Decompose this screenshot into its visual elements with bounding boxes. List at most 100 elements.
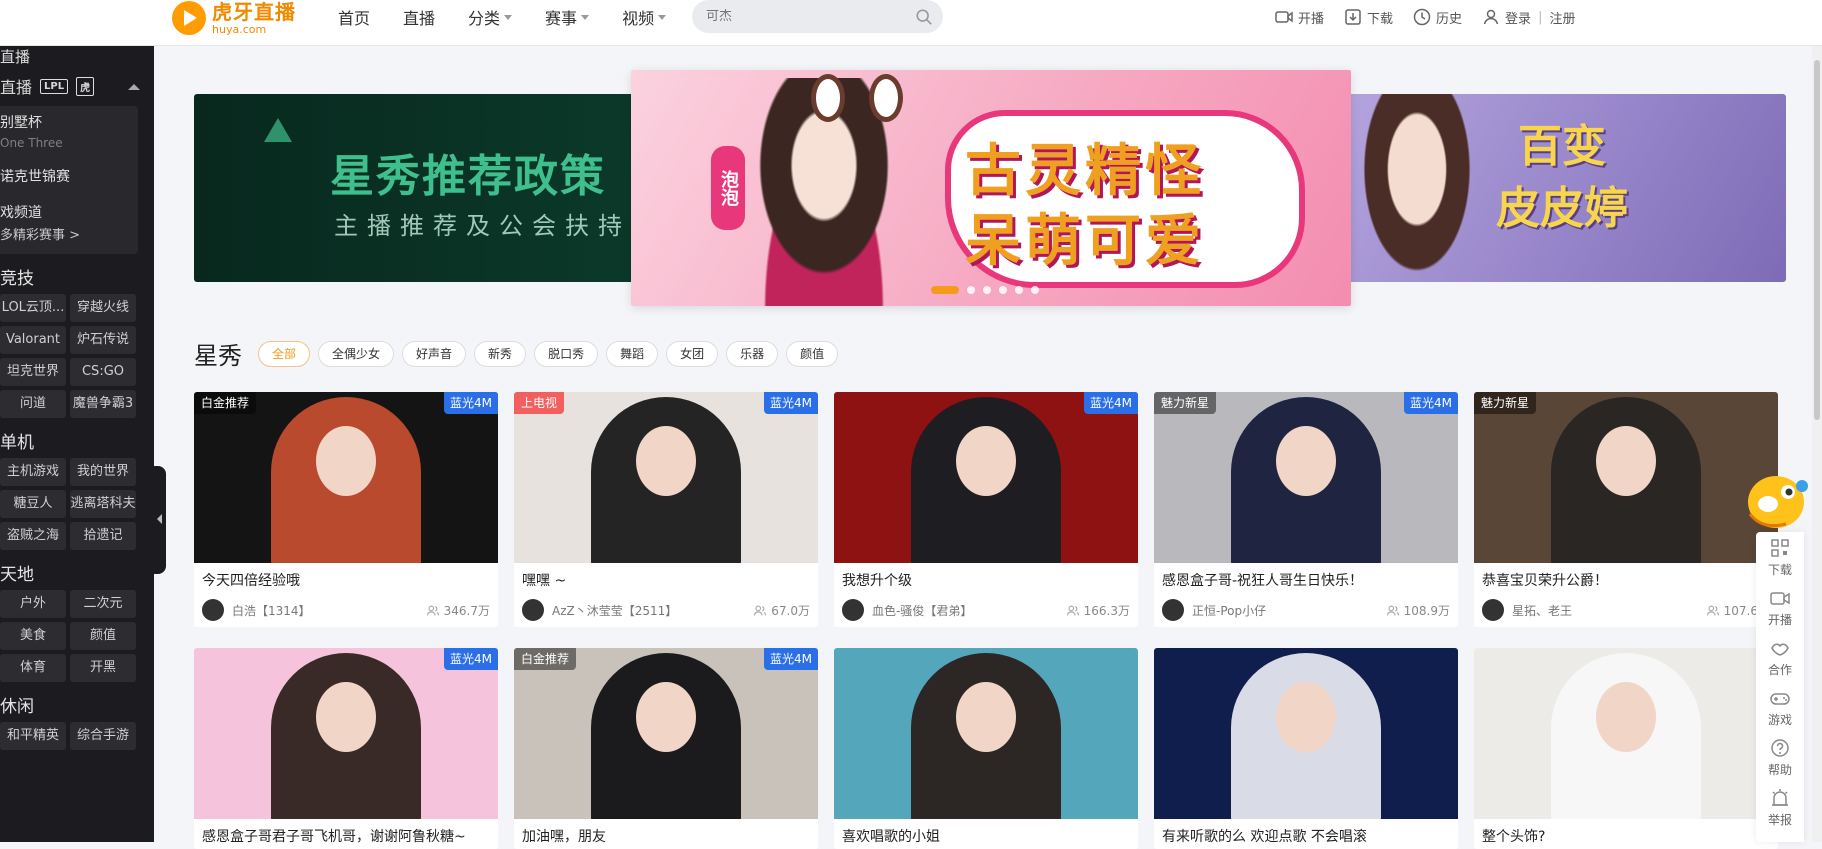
sidebar-event-item[interactable]: 别墅杯 (0, 112, 138, 134)
banner-slide-next[interactable]: 百变 皮皮婷 (1324, 94, 1786, 282)
live-room-card[interactable]: 喜欢唱歌的小姐 (834, 648, 1138, 849)
sidebar-tag[interactable]: 二次元 (70, 590, 136, 618)
room-title[interactable]: 有来听歌的么 欢迎点歌 不会唱滚 (1154, 819, 1458, 849)
sidebar-tag[interactable]: 魔兽争霸3 (70, 390, 136, 418)
sidebar-tag[interactable]: CS:GO (70, 358, 136, 386)
sidebar-tag[interactable]: 和平精英 (0, 722, 66, 750)
avatar[interactable] (202, 599, 224, 621)
room-thumbnail[interactable]: 上电视 蓝光4M (514, 392, 818, 563)
live-room-card[interactable]: 有来听歌的么 欢迎点歌 不会唱滚 (1154, 648, 1458, 849)
carousel-dot[interactable] (1015, 286, 1023, 294)
filter-tag[interactable]: 乐器 (726, 341, 779, 367)
live-room-card[interactable]: 整个头饰? (1474, 648, 1778, 849)
carousel-dot[interactable] (967, 286, 975, 294)
sidebar-tag[interactable]: 美食 (0, 622, 66, 650)
filter-tag[interactable]: 全部 (258, 341, 311, 367)
avatar[interactable] (522, 599, 544, 621)
room-thumbnail[interactable] (834, 648, 1138, 819)
room-thumbnail[interactable]: 魅力新星 蓝光4M (1154, 392, 1458, 563)
banner-slide-prev[interactable]: 星秀推荐政策 主播推荐及公会扶持 (194, 94, 654, 282)
sidebar-more-events[interactable]: 多精彩赛事 > (0, 224, 138, 248)
sidebar-tag[interactable]: 主机游戏 (0, 458, 66, 486)
avatar[interactable] (842, 599, 864, 621)
room-title[interactable]: 感恩盒子哥君子哥飞机哥，谢谢阿鲁秋糖~ (194, 819, 498, 849)
search-input[interactable] (706, 9, 896, 24)
filter-tag[interactable]: 颜值 (786, 341, 839, 367)
float-item-help[interactable]: 帮助 (1756, 732, 1804, 782)
anchor-name[interactable]: 正恒-Pop小仔 (1192, 602, 1266, 619)
banner-slide-current[interactable]: 泡泡 古灵精怪 呆萌可爱 (631, 70, 1351, 306)
live-room-card[interactable]: 白金推荐 蓝光4M 加油嘿，朋友 (514, 648, 818, 849)
chevron-up-icon[interactable] (128, 84, 140, 90)
search-icon[interactable] (915, 8, 933, 26)
register-link[interactable]: 注册 (1549, 8, 1575, 27)
avatar[interactable] (1162, 599, 1184, 621)
sidebar-event-item[interactable]: 诺克世锦赛 (0, 166, 138, 188)
carousel-dot[interactable] (1031, 286, 1039, 294)
room-thumbnail[interactable]: 白金推荐 蓝光4M (194, 392, 498, 563)
sidebar-tag[interactable]: 问道 (0, 390, 66, 418)
filter-tag[interactable]: 舞蹈 (606, 341, 659, 367)
carousel-dot[interactable] (931, 286, 959, 294)
nav-home[interactable]: 首页 (338, 5, 370, 29)
sidebar-tag[interactable]: 颜值 (70, 622, 136, 650)
sidebar-tag[interactable]: 开黑 (70, 654, 136, 682)
anchor-name[interactable]: 白浩【1314】 (232, 602, 311, 619)
huya-logo[interactable]: 虎牙直播 huya.com (172, 0, 296, 36)
sidebar-tag[interactable]: Valorant (0, 326, 66, 354)
anchor-name[interactable]: 血色-骚俊【君弟】 (872, 602, 972, 619)
float-item-alarm-report[interactable]: 举报 (1756, 782, 1804, 832)
room-thumbnail[interactable]: 蓝光4M (834, 392, 1138, 563)
sidebar-live-header[interactable]: 直播 LPL 虎 (0, 66, 154, 106)
sidebar-tag[interactable]: 综合手游 (70, 722, 136, 750)
room-title[interactable]: 恭喜宝贝荣升公爵！ (1474, 563, 1778, 593)
room-title[interactable]: 感恩盒子哥-祝狂人哥生日快乐！ (1154, 563, 1458, 593)
sidebar-collapse-handle[interactable] (154, 466, 166, 574)
broadcast-button[interactable]: 开播 (1274, 7, 1324, 27)
mascot-icon[interactable] (1742, 464, 1812, 536)
live-room-card[interactable]: 白金推荐 蓝光4M 今天四倍经验哦 白浩【1314】 346.7万 (194, 392, 498, 627)
room-title[interactable]: 加油嘿，朋友 (514, 819, 818, 849)
room-title[interactable]: 整个头饰? (1474, 819, 1778, 849)
sidebar-tag[interactable]: 逃离塔科夫 (70, 490, 136, 518)
live-room-card[interactable]: 上电视 蓝光4M 嘿嘿 ~ AzZ丶沐莹莹【2511】 67.0万 (514, 392, 818, 627)
sidebar-tag[interactable]: 炉石传说 (70, 326, 136, 354)
room-title[interactable]: 今天四倍经验哦 (194, 563, 498, 593)
filter-tag[interactable]: 好声音 (402, 341, 467, 367)
sidebar-tag[interactable]: 糖豆人 (0, 490, 66, 518)
filter-tag[interactable]: 全偶少女 (318, 341, 395, 367)
sidebar-tag[interactable]: 拾遗记 (70, 522, 136, 550)
anchor-name[interactable]: AzZ丶沐莹莹【2511】 (552, 602, 677, 619)
room-title[interactable]: 嘿嘿 ~ (514, 563, 818, 593)
nav-events[interactable]: 赛事 (545, 5, 590, 29)
download-button[interactable]: 下载 (1343, 7, 1393, 27)
filter-tag[interactable]: 女团 (666, 341, 719, 367)
room-thumbnail[interactable]: 白金推荐 蓝光4M (514, 648, 818, 819)
room-thumbnail[interactable]: 蓝光4M (194, 648, 498, 819)
carousel-dot[interactable] (983, 286, 991, 294)
room-thumbnail[interactable]: 魅力新星 (1474, 392, 1778, 563)
float-item-gamepad[interactable]: 游戏 (1756, 682, 1804, 732)
anchor-name[interactable]: 星拓、老王 (1512, 602, 1572, 619)
nav-category[interactable]: 分类 (468, 5, 513, 29)
sidebar-tag[interactable]: LOL云顶... (0, 294, 66, 322)
sidebar-tag[interactable]: 户外 (0, 590, 66, 618)
filter-tag[interactable]: 新秀 (474, 341, 527, 367)
sidebar-tag[interactable]: 体育 (0, 654, 66, 682)
carousel-dot[interactable] (999, 286, 1007, 294)
login-link[interactable]: 登录 (1505, 8, 1531, 27)
room-title[interactable]: 我想升个级 (834, 563, 1138, 593)
scrollbar-thumb[interactable] (1814, 60, 1820, 420)
live-room-card[interactable]: 魅力新星 恭喜宝贝荣升公爵！ 星拓、老王 107.6万 (1474, 392, 1778, 627)
float-item-qrcode[interactable]: 下载 (1756, 532, 1804, 582)
filter-tag[interactable]: 脱口秀 (534, 341, 599, 367)
avatar[interactable] (1482, 599, 1504, 621)
sidebar-tag[interactable]: 我的世界 (70, 458, 136, 486)
float-item-camera[interactable]: 开播 (1756, 582, 1804, 632)
room-thumbnail[interactable] (1154, 648, 1458, 819)
sidebar-event-item[interactable]: 戏频道 (0, 202, 138, 224)
sidebar-tag[interactable]: 坦克世界 (0, 358, 66, 386)
nav-live[interactable]: 直播 (403, 5, 435, 29)
live-room-card[interactable]: 魅力新星 蓝光4M 感恩盒子哥-祝狂人哥生日快乐！ 正恒-Pop小仔 108.9万 (1154, 392, 1458, 627)
sidebar-tag[interactable]: 穿越火线 (70, 294, 136, 322)
